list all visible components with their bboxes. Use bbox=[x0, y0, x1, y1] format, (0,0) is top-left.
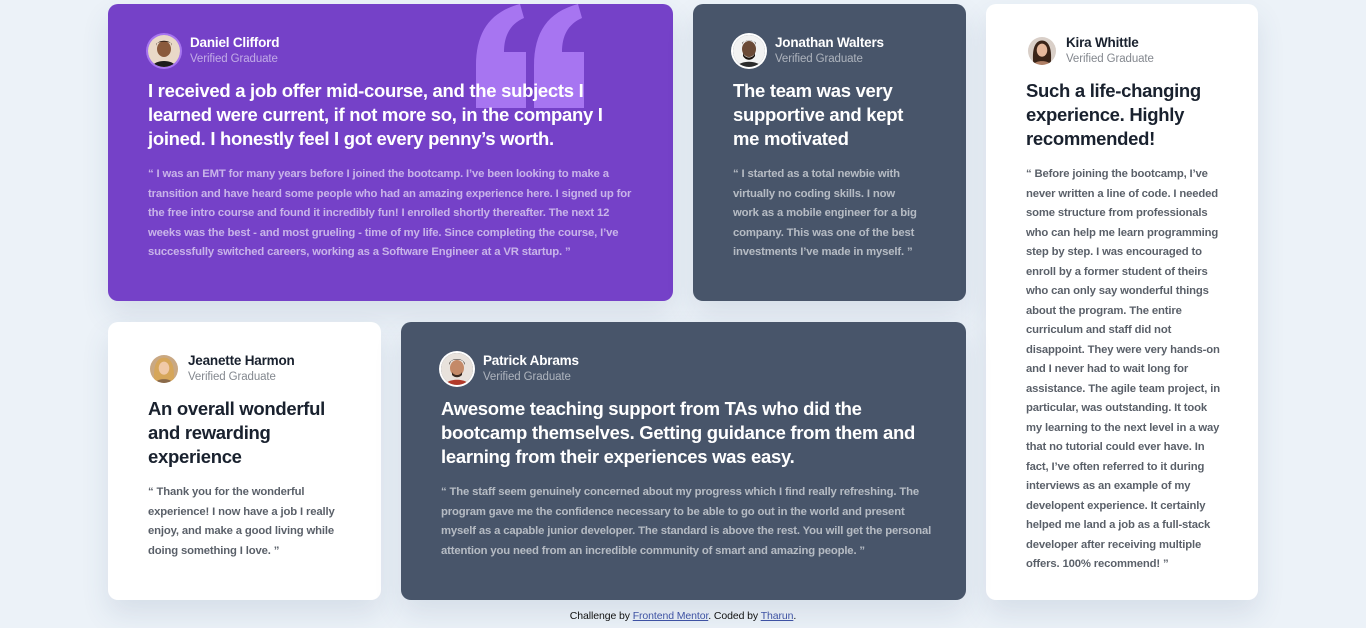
testimonial-body: “ Thank you for the wonderful experience… bbox=[148, 486, 335, 557]
author-name: Jonathan Walters bbox=[775, 35, 884, 50]
testimonial-card-daniel: Daniel Clifford Verified Graduate I rece… bbox=[108, 4, 673, 301]
author-name: Kira Whittle bbox=[1066, 35, 1139, 50]
author-role: Verified Graduate bbox=[188, 371, 276, 383]
testimonial-body: “ I was an EMT for many years before I j… bbox=[148, 168, 632, 258]
frontend-mentor-link[interactable]: Frontend Mentor bbox=[633, 610, 709, 622]
testimonial-card-patrick: Patrick Abrams Verified Graduate Awesome… bbox=[401, 322, 966, 600]
testimonial-body: “ Before joining the bootcamp, I’ve neve… bbox=[1026, 168, 1220, 570]
testimonial-card-jonathan: Jonathan Walters Verified Graduate The t… bbox=[693, 4, 966, 301]
author-role: Verified Graduate bbox=[190, 53, 278, 65]
author-name: Jeanette Harmon bbox=[188, 353, 295, 368]
avatar-kira-icon bbox=[1028, 37, 1056, 65]
testimonial-headline: Awesome teaching support from TAs who di… bbox=[441, 398, 916, 467]
author-name: Daniel Clifford bbox=[190, 35, 280, 50]
author-name: Patrick Abrams bbox=[483, 353, 579, 368]
author-row: Jeanette Harmon Verified Graduate bbox=[148, 353, 345, 385]
author-row: Patrick Abrams Verified Graduate bbox=[441, 353, 930, 385]
testimonial-headline: An overall wonderful and rewarding exper… bbox=[148, 398, 325, 467]
author-role: Verified Graduate bbox=[1066, 53, 1154, 65]
testimonial-headline: Such a life-changing experience. Highly … bbox=[1026, 80, 1201, 149]
avatar-jeanette-icon bbox=[150, 355, 178, 383]
testimonial-card-jeanette: Jeanette Harmon Verified Graduate An ove… bbox=[108, 322, 381, 600]
author-row: Jonathan Walters Verified Graduate bbox=[733, 35, 930, 67]
testimonial-card-kira: Kira Whittle Verified Graduate Such a li… bbox=[986, 4, 1258, 600]
author-role: Verified Graduate bbox=[775, 53, 863, 65]
footer-prefix: Challenge by bbox=[569, 610, 633, 622]
footer-middle: . Coded by bbox=[708, 610, 761, 622]
testimonial-headline: The team was very supportive and kept me… bbox=[733, 80, 904, 149]
testimonial-headline: I received a job offer mid-course, and t… bbox=[148, 80, 603, 149]
attribution-footer: Challenge by Frontend Mentor. Coded by T… bbox=[0, 610, 1366, 622]
avatar-patrick-icon bbox=[441, 353, 473, 385]
author-row: Kira Whittle Verified Graduate bbox=[1026, 35, 1222, 67]
testimonial-body: “ The staff seem genuinely concerned abo… bbox=[441, 486, 932, 557]
avatar-daniel-icon bbox=[148, 35, 180, 67]
author-row: Daniel Clifford Verified Graduate bbox=[148, 35, 637, 67]
author-role: Verified Graduate bbox=[483, 371, 571, 383]
testimonial-body: “ I started as a total newbie with virtu… bbox=[733, 168, 917, 258]
avatar-jonathan-icon bbox=[733, 35, 765, 67]
author-link[interactable]: Tharun bbox=[761, 610, 794, 622]
footer-suffix: . bbox=[793, 610, 797, 622]
